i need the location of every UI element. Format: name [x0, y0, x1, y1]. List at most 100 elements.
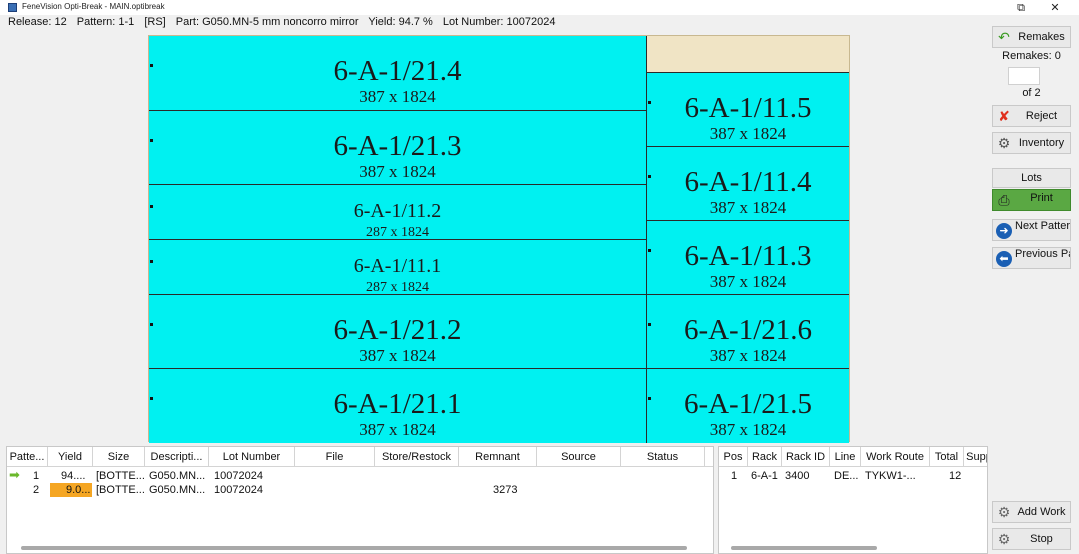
col-header[interactable]: Yield — [48, 447, 93, 467]
rack-line: DE... — [834, 470, 859, 482]
rs-label: [RS] — [144, 16, 166, 28]
piece-size: 287 x 1824 — [366, 280, 429, 294]
piece-size: 287 x 1824 — [366, 225, 429, 239]
piece-id: 6-A-1/11.5 — [684, 92, 812, 124]
piece-size: 387 x 1824 — [709, 198, 787, 217]
action-sidebar: ↶ Remakes Remakes: 0 of 2 ✘ Reject ⚙ Inv… — [990, 26, 1079, 554]
piece-marker — [648, 249, 651, 252]
piece-size: 387 x 1824 — [709, 124, 787, 143]
previous-button-label: Previous Pattern — [1015, 248, 1070, 260]
col-header[interactable]: Pos — [719, 447, 748, 467]
col-header[interactable]: Source — [537, 447, 621, 467]
piece-size: 387 x 1824 — [359, 87, 436, 106]
col-header[interactable]: Line — [830, 447, 861, 467]
reject-x-icon: ✘ — [998, 109, 1010, 125]
pattern-page-input[interactable] — [1008, 67, 1040, 85]
pattern-remnant: 3273 — [493, 484, 518, 496]
app-icon — [8, 3, 17, 12]
part-label: Part: G050.MN-5 mm noncorro mirror — [175, 16, 359, 28]
piece-marker — [648, 175, 651, 178]
pattern-size: [BOTTE... — [96, 484, 145, 496]
remakes-button-label: Remakes — [1018, 31, 1065, 43]
stop-button[interactable]: ⚙ Stop — [992, 528, 1071, 550]
piece-id: 6-A-1/11.4 — [684, 166, 812, 198]
glass-piece[interactable]: 6-A-1/11.3 387 x 1824 — [647, 220, 849, 294]
title-bar: FeneVision Opti-Break - MAIN.optibreak ⧉… — [0, 0, 1079, 15]
col-header[interactable]: Status — [621, 447, 705, 467]
pattern-yield-low: 9.0... — [50, 483, 92, 497]
glass-piece[interactable]: 6-A-1/21.6 387 x 1824 — [647, 294, 849, 368]
col-header[interactable]: Remnant — [459, 447, 537, 467]
piece-id: 6-A-1/21.6 — [683, 314, 813, 346]
pattern-number: 2 — [33, 484, 40, 496]
glass-piece[interactable]: 6-A-1/21.1 387 x 1824 — [149, 368, 646, 443]
col-header[interactable]: Size — [93, 447, 145, 467]
glass-piece[interactable]: 6-A-1/21.5 387 x 1824 — [647, 368, 849, 443]
glass-piece[interactable]: 6-A-1/11.1 287 x 1824 — [149, 239, 646, 294]
pattern-label: Pattern: 1-1 — [76, 16, 135, 28]
pattern-info-bar: Release: 12 Pattern: 1-1 [RS] Part: G050… — [0, 15, 990, 29]
col-header[interactable]: Rack — [748, 447, 782, 467]
col-header[interactable]: Descripti... — [145, 447, 209, 467]
yield-label: Yield: 94.7 % — [368, 16, 433, 28]
reject-button[interactable]: ✘ Reject — [992, 105, 1071, 127]
table-row[interactable]: 2 9.0... [BOTTE... G050.MN... 10072024 3… — [7, 483, 713, 497]
piece-marker — [150, 139, 153, 142]
piece-marker — [150, 205, 153, 208]
reject-button-label: Reject — [1025, 110, 1058, 122]
rack-work-route: TYKW1-... — [865, 470, 916, 482]
pattern-description: G050.MN... — [149, 470, 206, 482]
col-header[interactable]: Patte... — [7, 447, 48, 467]
inventory-button[interactable]: ⚙ Inventory — [992, 132, 1071, 154]
lots-button[interactable]: Lots — [992, 168, 1071, 188]
piece-size: 387 x 1824 — [359, 162, 436, 181]
remakes-button[interactable]: ↶ Remakes — [992, 26, 1071, 48]
previous-arrow-icon: ⬅ — [996, 251, 1012, 267]
glass-piece[interactable]: 6-A-1/21.3 387 x 1824 — [149, 110, 646, 184]
table-row[interactable]: 1 6-A-1 3400 DE... TYKW1-... 12 — [719, 469, 987, 483]
stop-icon: ⚙ — [997, 532, 1011, 548]
previous-pattern-button[interactable]: ⬅ Previous Pattern — [992, 247, 1071, 269]
next-pattern-button[interactable]: ➜ Next Pattern — [992, 219, 1071, 241]
glass-piece[interactable]: 6-A-1/21.4 387 x 1824 — [149, 36, 646, 110]
close-button[interactable]: ✕ — [1038, 0, 1072, 15]
remakes-count: Remakes: 0 — [1002, 50, 1061, 62]
piece-id: 6-A-1/21.4 — [333, 55, 462, 87]
stop-button-label: Stop — [1030, 533, 1053, 545]
col-header[interactable]: Rack ID — [782, 447, 830, 467]
table-row[interactable]: ➡ 1 94.... [BOTTE... G050.MN... 10072024 — [7, 469, 713, 483]
col-header[interactable]: Total — [930, 447, 964, 467]
piece-size: 387 x 1824 — [709, 346, 787, 365]
col-header[interactable]: Work Route — [861, 447, 930, 467]
piece-size: 387 x 1824 — [709, 420, 787, 439]
current-pattern-arrow-icon: ➡ — [9, 469, 20, 483]
pattern-number: 1 — [33, 470, 40, 482]
cut-line — [646, 36, 647, 443]
glass-piece[interactable]: 6-A-1/11.4 387 x 1824 — [647, 146, 849, 220]
next-arrow-icon: ➜ — [996, 223, 1012, 239]
page-total: of 2 — [1022, 87, 1041, 99]
piece-id: 6-A-1/11.1 — [353, 255, 442, 277]
col-header[interactable]: Lot Number — [209, 447, 295, 467]
print-button[interactable]: ⎙ Print — [992, 189, 1071, 211]
rack-name: 6-A-1 — [751, 470, 778, 482]
glass-piece[interactable]: 6-A-1/21.2 387 x 1824 — [149, 294, 646, 368]
glass-piece[interactable]: 6-A-1/11.5 387 x 1824 — [647, 72, 849, 146]
add-work-icon: ⚙ — [997, 505, 1011, 521]
rack-position: 1 — [731, 470, 738, 482]
glass-sheet: 6-A-1/21.4 387 x 1824 6-A-1/21.3 387 x 1… — [148, 35, 850, 443]
col-header[interactable]: Store/Restock — [375, 447, 459, 467]
print-button-label: Print — [1030, 192, 1053, 204]
patterns-horizontal-scrollbar[interactable] — [21, 546, 687, 550]
col-header[interactable]: Supp — [964, 447, 987, 467]
piece-marker — [648, 323, 651, 326]
piece-id: 6-A-1/11.2 — [353, 200, 442, 222]
piece-id: 6-A-1/11.3 — [684, 240, 812, 272]
piece-id: 6-A-1/21.1 — [333, 388, 462, 420]
restore-button[interactable]: ⧉ — [1004, 0, 1038, 15]
racks-horizontal-scrollbar[interactable] — [731, 546, 877, 550]
glass-piece[interactable]: 6-A-1/11.2 287 x 1824 — [149, 184, 646, 239]
add-work-button[interactable]: ⚙ Add Work — [992, 501, 1071, 523]
app-window: FeneVision Opti-Break - MAIN.optibreak ⧉… — [0, 0, 1079, 554]
col-header[interactable]: File — [295, 447, 375, 467]
